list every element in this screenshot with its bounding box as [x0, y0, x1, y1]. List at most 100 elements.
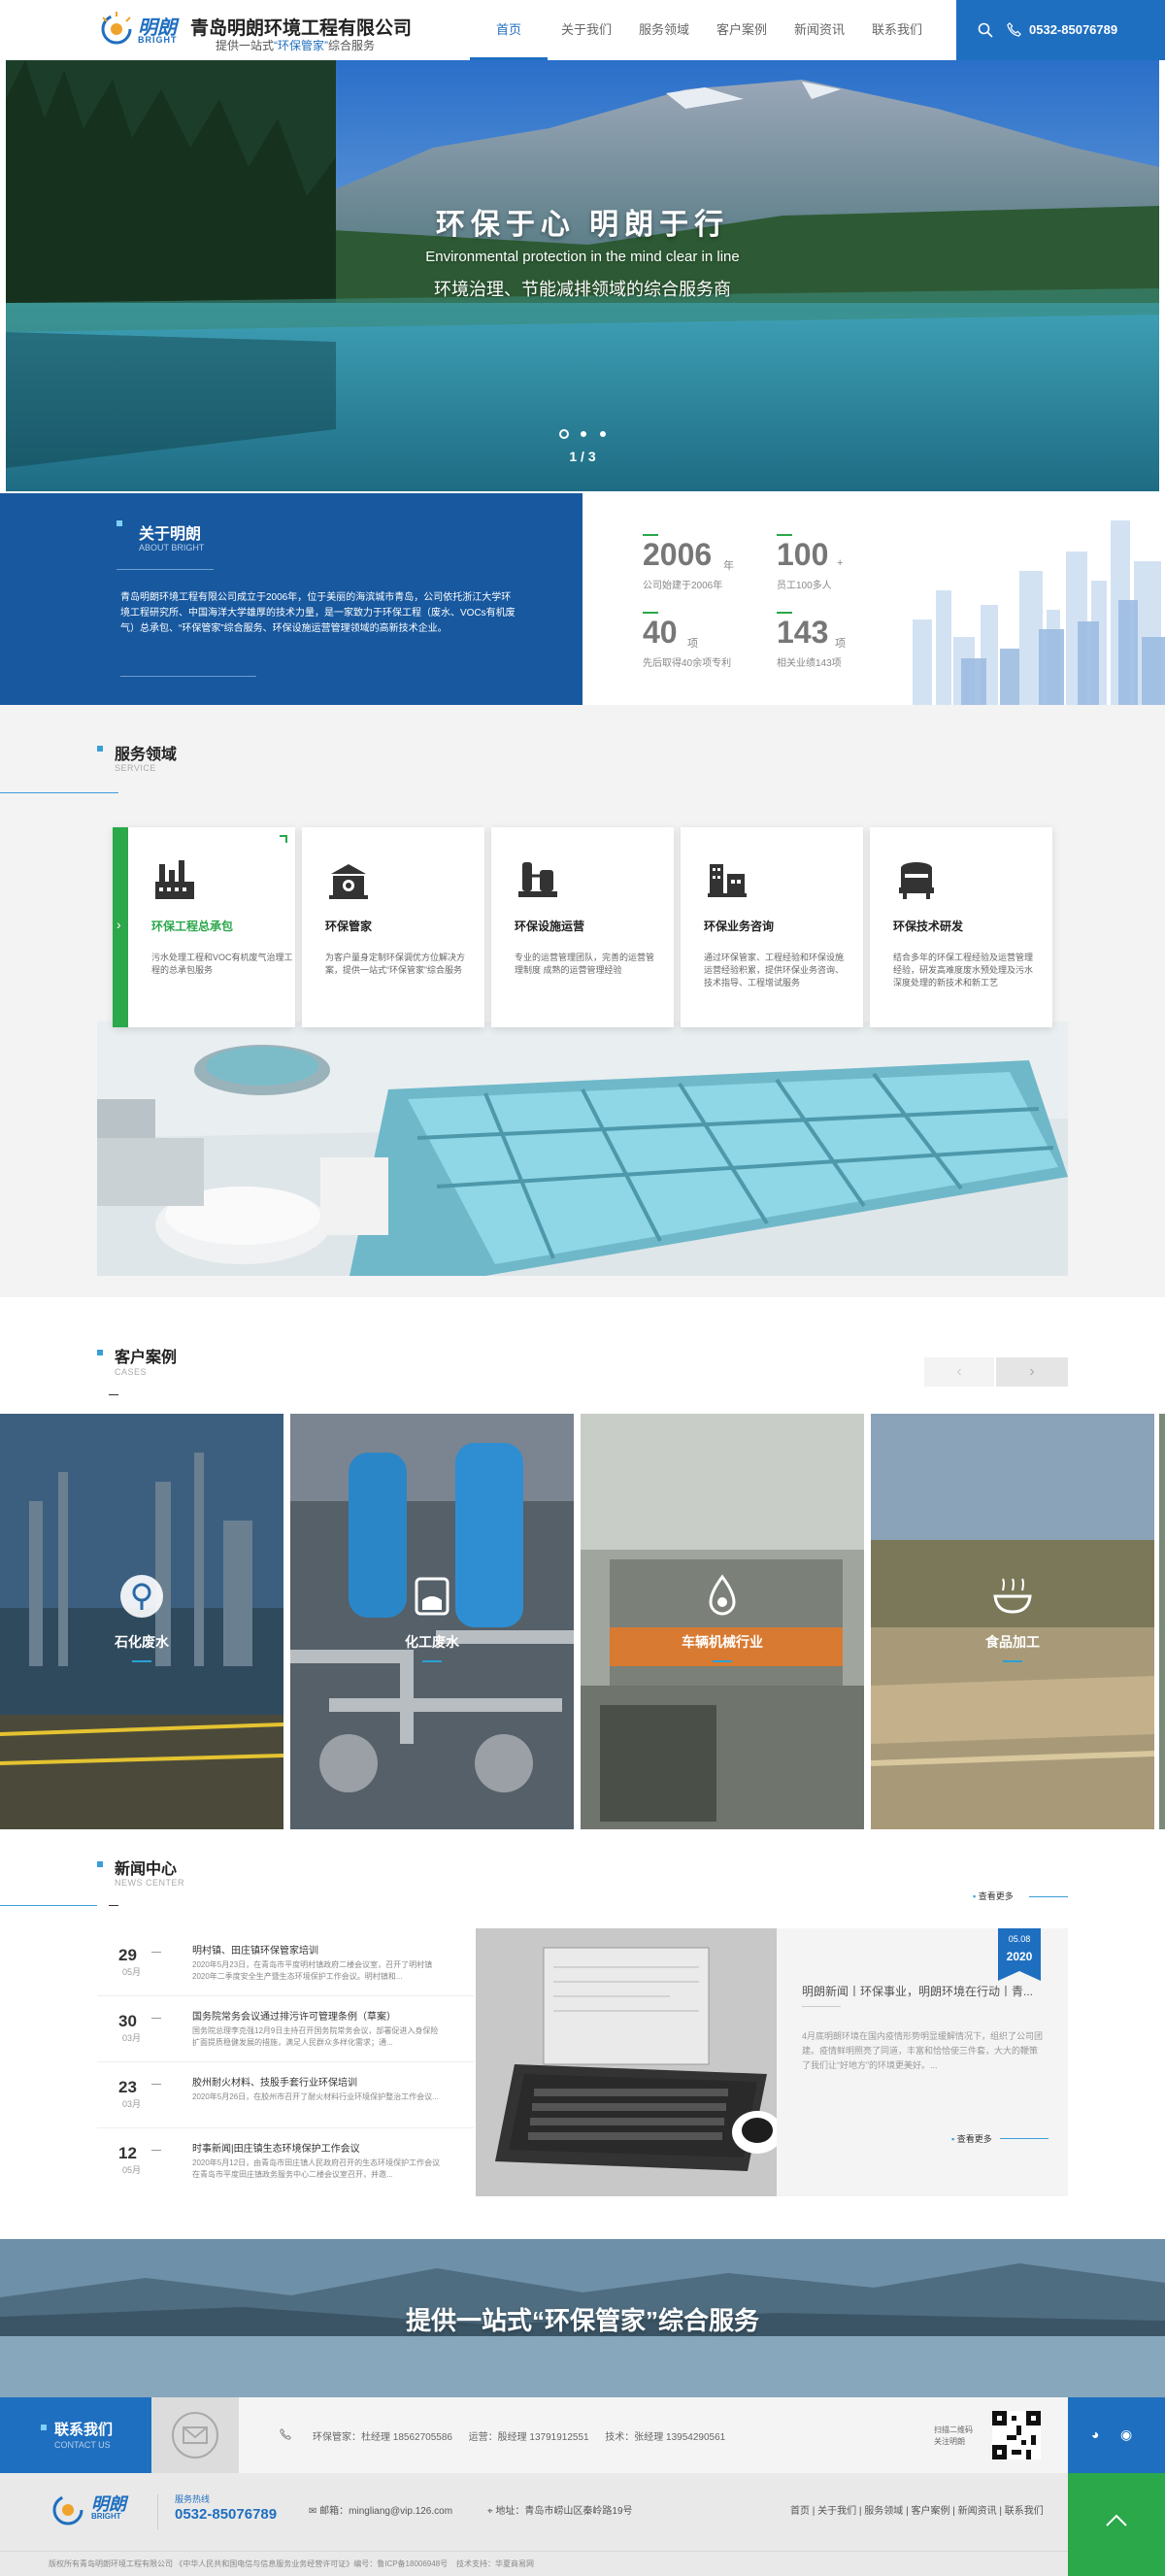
cases-next-button[interactable]: › — [996, 1357, 1068, 1387]
section-marker — [116, 520, 122, 526]
nav-news[interactable]: 新闻资讯 — [781, 0, 858, 60]
news-month: 03月 — [122, 2033, 142, 2043]
stat-label: 相关业绩143项 — [777, 658, 842, 669]
weibo-icon[interactable]: ◉ — [1120, 2426, 1132, 2443]
news-headline[interactable]: 胶州耐火材料、技股手套行业环保培训 — [192, 2074, 464, 2089]
news-headline[interactable]: 明村镇、田庄镇环保管家培训 — [192, 1942, 464, 1957]
hero-banner: 环保于心 明朗于行 Environmental protection in th… — [6, 60, 1159, 491]
nav-service[interactable]: 服务领域 — [625, 0, 703, 60]
about-more-line[interactable] — [120, 676, 256, 677]
news-headline[interactable]: 时事新闻|田庄镇生态环境保护工作会议 — [192, 2140, 464, 2155]
stat-marker — [643, 612, 658, 614]
grid-icon: ▪ — [951, 2134, 955, 2144]
case-underline — [132, 1660, 151, 1662]
date-badge-tail — [998, 1971, 1041, 1981]
stat-marker — [643, 534, 658, 536]
section-marker — [97, 746, 103, 752]
nav-about[interactable]: 关于我们 — [548, 0, 625, 60]
footer-email[interactable]: ✉ 邮箱：mingliang@vip.126.com — [309, 2502, 452, 2517]
footer-address: ⌖ 地址：青岛市崂山区秦岭路19号 — [487, 2502, 633, 2517]
stat-number: 143 — [777, 615, 829, 650]
stat-marker — [777, 534, 792, 536]
news-feature-panel[interactable]: 05.08 2020 明朗新闻丨环保事业，明朗环境在行动丨青... 4月底明朗环… — [777, 1928, 1068, 2196]
news-summary: 2020年5月26日，在胶州市召开了耐火材料行业环境保护整治工作会议... — [192, 2092, 439, 2101]
company-name: 青岛明朗环境工程有限公司 — [190, 18, 413, 39]
service-card-title: 环保工程总承包 — [151, 920, 234, 933]
mail-icon[interactable] — [171, 2411, 219, 2459]
contact-title: 联系我们 — [54, 2422, 114, 2438]
section-underline — [109, 1905, 118, 1906]
slider-dot-3[interactable] — [600, 431, 606, 437]
service-card-desc: 通过环保管家、工程经验和环保设施运营经验积累，提供环保业务咨询、技术指导、工程增… — [704, 953, 845, 987]
footer-divider — [157, 2494, 158, 2529]
news-dash — [151, 1952, 161, 1953]
section-underline — [109, 1394, 118, 1395]
case-underline — [422, 1660, 442, 1662]
header-phone-number[interactable]: 0532-85076789 — [1029, 22, 1117, 37]
service-card-title: 环保管家 — [325, 920, 373, 933]
stat-unit: + — [837, 557, 844, 569]
news-list-item[interactable]: 12 05月 时事新闻|田庄镇生态环境保护工作会议 2020年5月12日，由青岛… — [97, 2128, 474, 2194]
contact-bar: 联系我们 CONTACT US 环保管家：杜经理 18562705586 运营：… — [0, 2397, 1165, 2473]
grid-icon: ▪ — [973, 1891, 977, 1901]
news-list-item[interactable]: 29 05月 明村镇、田庄镇环保管家培训 2020年5月23日，在青岛市平度明村… — [97, 1930, 474, 1996]
about-title: 关于明朗 — [139, 526, 202, 543]
service-subtitle: SERVICE — [115, 763, 156, 773]
phone-icon — [280, 2428, 291, 2440]
stats-section: 2006 年 公司始建于2006年 100 + 员工100多人 40 项 先后取… — [582, 493, 1165, 705]
section-left-line — [0, 1905, 97, 1906]
header-phone-box: 0532-85076789 — [956, 0, 1165, 60]
nav-home[interactable]: 首页 — [470, 0, 548, 60]
feature-more-line — [1000, 2138, 1048, 2139]
search-icon[interactable] — [978, 22, 993, 38]
cases-subtitle: CASES — [115, 1367, 148, 1377]
service-card[interactable]: 环保业务咨询 通过环保管家、工程经验和环保设施运营经验积累，提供环保业务咨询、技… — [681, 827, 863, 1027]
mail-small-icon: ✉ — [309, 2506, 317, 2517]
contact-subtitle: CONTACT US — [54, 2440, 111, 2450]
footer-links[interactable]: 首页 | 关于我们 | 服务领域 | 客户案例 | 新闻资讯 | 联系我们 — [790, 2502, 1044, 2517]
news-list-item[interactable]: 23 03月 胶州耐火材料、技股手套行业环保培训 2020年5月26日，在胶州市… — [97, 2062, 474, 2128]
logo-subtext: BRIGHT — [138, 35, 178, 45]
feature-more-label: 查看更多 — [956, 2134, 992, 2144]
feature-headline[interactable]: 明朗新闻丨环保事业，明朗环境在行动丨青... — [802, 1983, 1045, 1999]
service-card[interactable]: 环保技术研发 结合多年的环保工程经验及运营管理经验，研发高难度废水预处理及污水深… — [870, 827, 1052, 1027]
plant-operation-icon — [518, 862, 557, 897]
news-subtitle: NEWS CENTER — [115, 1878, 185, 1888]
feature-more-link[interactable]: ▪ 查看更多 — [951, 2132, 992, 2145]
email-value: mingliang@vip.126.com — [349, 2506, 453, 2517]
case-card-next-peek — [1159, 1414, 1165, 1829]
nav-contact[interactable]: 联系我们 — [858, 0, 936, 60]
service-card-title: 环保设施运营 — [515, 920, 585, 933]
news-headline[interactable]: 国务院常务会议通过排污许可管理条例（草案） — [192, 2008, 464, 2023]
news-list-item[interactable]: 30 03月 国务院常务会议通过排污许可管理条例（草案） 国务院总理李克强12月… — [97, 1996, 474, 2062]
logo-icon[interactable] — [97, 8, 136, 50]
cases-prev-button[interactable]: ‹ — [924, 1357, 994, 1387]
service-card[interactable]: 环保设施运营 专业的运营管理团队，完善的运营管理制度 成熟的运营管理经验 — [491, 827, 674, 1027]
news-more-line — [1029, 1896, 1068, 1897]
section-underline — [0, 792, 118, 793]
nav-cases[interactable]: 客户案例 — [703, 0, 781, 60]
slider-dot-1[interactable] — [559, 429, 569, 439]
slider-dot-2[interactable] — [581, 431, 586, 437]
factory-icon — [155, 860, 194, 899]
research-icon — [899, 862, 934, 899]
news-laptop-image[interactable] — [476, 1928, 777, 2196]
section-marker — [97, 1861, 103, 1867]
case-label: 石化废水 — [115, 1634, 169, 1650]
case-card-petrochemical[interactable]: 石化废水 — [0, 1414, 283, 1829]
footer-logo-subtext: BRIGHT — [91, 2512, 121, 2521]
building-steward-icon — [329, 864, 368, 899]
hotline-number[interactable]: 0532-85076789 — [175, 2506, 277, 2523]
cases-title: 客户案例 — [115, 1350, 178, 1366]
water-drop-icon — [709, 1574, 736, 1616]
footer-logo-icon[interactable] — [49, 2489, 87, 2531]
service-card[interactable]: 环保工程总承包 污水处理工程和VOC有机废气治理工程的总承包服务 › — [113, 827, 295, 1027]
wechat-icon[interactable]: ◕ — [1091, 2426, 1099, 2442]
case-card-chemical[interactable]: 化工废水 — [290, 1414, 574, 1829]
case-label: 车辆机械行业 — [682, 1634, 763, 1650]
service-card[interactable]: 环保管家 为客户量身定制环保调优方位解决方案，提供一站式“环保管家”综合服务 — [302, 827, 484, 1027]
news-more-link[interactable]: ▪ 查看更多 — [973, 1890, 1014, 1902]
case-card-food[interactable]: 食品加工 — [871, 1414, 1154, 1829]
case-card-vehicle[interactable]: 车辆机械行业 — [581, 1414, 864, 1829]
news-summary: 2020年5月23日，在青岛市平度明村镇政府二楼会议室，召开了明村镇2020年二… — [192, 1960, 433, 1981]
